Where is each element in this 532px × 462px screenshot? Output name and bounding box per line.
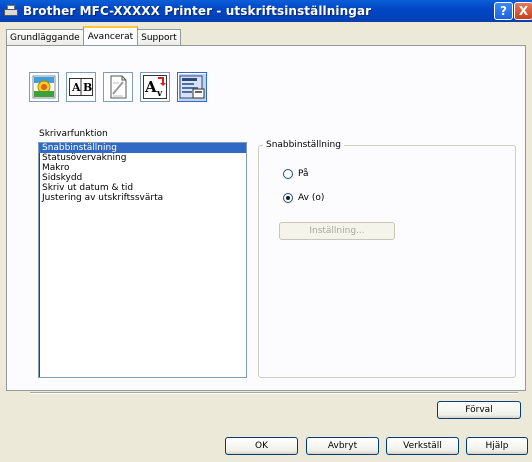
- help-button[interactable]: Hjälp: [466, 437, 528, 455]
- close-button[interactable]: X: [514, 2, 532, 20]
- device-options-button[interactable]: [177, 72, 207, 102]
- settings-button[interactable]: Inställning...: [279, 222, 395, 240]
- separator: [30, 392, 518, 394]
- title-bar: Brother MFC-XXXXX Printer - utskriftsins…: [0, 0, 532, 22]
- radio-off-label: Av (o): [298, 193, 325, 203]
- radio-on-indicator[interactable]: [283, 169, 293, 179]
- scaling-icon: A B: [69, 78, 93, 96]
- watermark-icon: [110, 75, 127, 99]
- watermark-button[interactable]: [103, 72, 133, 102]
- svg-text:B: B: [83, 81, 92, 94]
- radio-off-indicator[interactable]: [283, 193, 293, 203]
- radio-off[interactable]: Av (o): [283, 193, 324, 203]
- svg-text:A: A: [144, 78, 157, 96]
- svg-text:v: v: [156, 89, 163, 99]
- list-item-print-date-time[interactable]: Skriv ut datum & tid: [39, 183, 246, 193]
- window-title: Brother MFC-XXXXX Printer - utskriftsins…: [23, 4, 372, 18]
- quick-setup-group-title: Snabbinställning: [263, 140, 344, 150]
- color-button[interactable]: [29, 72, 59, 102]
- tab-advanced[interactable]: Avancerat: [82, 26, 139, 45]
- tab-support[interactable]: Support: [137, 29, 181, 45]
- radio-on-label: På: [298, 169, 309, 179]
- function-listbox[interactable]: Snabbinställning Statusövervakning Makro…: [38, 142, 247, 378]
- quick-setup-group: [258, 145, 516, 378]
- cancel-button[interactable]: Avbryt: [306, 437, 379, 455]
- device-options-icon: [179, 75, 205, 99]
- list-item-macro[interactable]: Makro: [39, 163, 246, 173]
- function-list-label: Skrivarfunktion: [39, 129, 108, 139]
- list-item-page-protection[interactable]: Sidskydd: [39, 173, 246, 183]
- print-settings-button[interactable]: A v: [140, 72, 170, 102]
- ok-button[interactable]: OK: [225, 437, 298, 455]
- apply-button[interactable]: Verkställ: [386, 437, 459, 455]
- default-button[interactable]: Förval: [437, 401, 521, 419]
- help-title-button[interactable]: ?: [494, 2, 513, 20]
- color-icon: [32, 75, 56, 99]
- tab-basic[interactable]: Grundläggande: [6, 29, 84, 45]
- scaling-button[interactable]: A B: [66, 72, 96, 102]
- radio-on[interactable]: På: [283, 169, 309, 179]
- list-item-density-adjustment[interactable]: Justering av utskriftssvärta: [39, 193, 246, 203]
- list-item-quick-setup[interactable]: Snabbinställning: [39, 143, 246, 153]
- print-settings-icon: A v: [143, 75, 167, 99]
- tab-strip: Grundläggande Avancerat Support: [6, 26, 181, 45]
- printer-icon: [4, 5, 18, 17]
- list-item-status-monitor[interactable]: Statusövervakning: [39, 153, 246, 163]
- feature-toolbar: A B A v: [29, 72, 211, 102]
- svg-text:A: A: [71, 81, 81, 94]
